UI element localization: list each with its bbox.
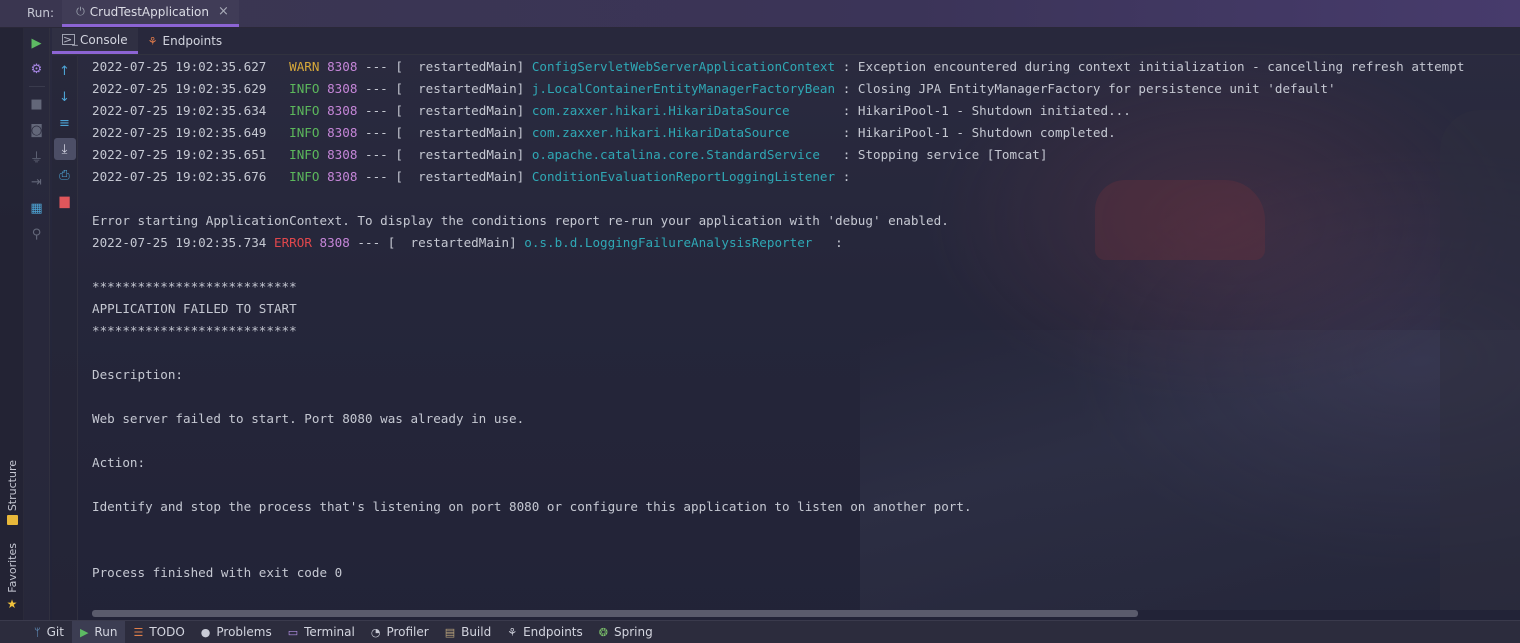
camera-icon[interactable]: ◙ bbox=[26, 119, 48, 141]
tool-spring[interactable]: ❂ Spring bbox=[591, 621, 661, 643]
side-tab-favorites[interactable]: ★ Favorites bbox=[0, 543, 24, 611]
tool-problems-label: Problems bbox=[216, 625, 272, 639]
side-tab-structure[interactable]: Structure bbox=[0, 460, 24, 526]
endpoints-icon: ⚘ bbox=[507, 625, 518, 639]
tool-profiler-label: Profiler bbox=[386, 625, 429, 639]
log-line: 2022-07-25 19:02:35.627 WARN 8308 --- [ … bbox=[92, 59, 1465, 74]
soft-wrap-icon[interactable]: ≡ bbox=[54, 112, 76, 134]
console-output[interactable]: 2022-07-25 19:02:35.627 WARN 8308 --- [ … bbox=[80, 56, 1520, 608]
profiler-icon: ◔ bbox=[370, 625, 381, 639]
tool-terminal-label: Terminal bbox=[304, 625, 355, 639]
banner-stars-bottom: *************************** bbox=[92, 323, 297, 338]
action-label: Action: bbox=[92, 455, 146, 470]
tool-run-label: Run bbox=[94, 625, 118, 639]
left-tool-stripe: Structure ★ Favorites bbox=[0, 28, 24, 620]
action-text: Identify and stop the process that's lis… bbox=[92, 499, 972, 514]
scroll-up-icon[interactable]: ↑ bbox=[54, 60, 76, 82]
tool-build[interactable]: ▤ Build bbox=[437, 621, 500, 643]
star-icon: ★ bbox=[6, 596, 18, 611]
tool-build-label: Build bbox=[461, 625, 492, 639]
description-label: Description: bbox=[92, 367, 183, 382]
todo-icon: ☰ bbox=[133, 625, 144, 639]
log-line: 2022-07-25 19:02:35.629 INFO 8308 --- [ … bbox=[92, 81, 1336, 96]
layout-icon[interactable]: ▦ bbox=[26, 197, 48, 219]
log-line: 2022-07-25 19:02:35.649 INFO 8308 --- [ … bbox=[92, 125, 1116, 140]
problems-icon: ● bbox=[200, 625, 211, 639]
error-starting-message: Error starting ApplicationContext. To di… bbox=[92, 213, 949, 228]
structure-icon bbox=[6, 515, 18, 526]
run-config-tab[interactable]: ⏻ CrudTestApplication × bbox=[62, 0, 239, 27]
tab-console[interactable]: >_ Console bbox=[52, 28, 138, 54]
toolbar-separator bbox=[28, 86, 45, 87]
log-line: 2022-07-25 19:02:35.676 INFO 8308 --- [ … bbox=[92, 169, 851, 184]
side-tab-favorites-label: Favorites bbox=[5, 543, 19, 593]
power-icon: ⏻ bbox=[76, 4, 85, 18]
tool-run[interactable]: ▶ Run bbox=[71, 620, 126, 643]
run-icon: ▶ bbox=[79, 625, 89, 639]
horizontal-scrollbar[interactable] bbox=[92, 610, 1138, 617]
run-toolbar-primary: ▶ ⚙ ■ ◙ ⏚ ⇥ ▦ ⚲ bbox=[24, 28, 50, 620]
tool-endpoints-label: Endpoints bbox=[523, 625, 583, 639]
scroll-down-icon[interactable]: ↓ bbox=[54, 86, 76, 108]
run-tool-window-header: Run: ⏻ CrudTestApplication × bbox=[0, 0, 1520, 28]
banner-failed-title: APPLICATION FAILED TO START bbox=[92, 301, 297, 316]
plug-icon[interactable]: ⏚ bbox=[26, 145, 48, 167]
tool-git-label: Git bbox=[46, 625, 64, 639]
bottom-tool-window-bar: ᛘ Git ▶ Run ☰ TODO ● Problems ▭ Terminal ◔ Pro… bbox=[0, 620, 1520, 643]
spring-icon: ❂ bbox=[598, 625, 608, 639]
exit-code-message: Process finished with exit code 0 bbox=[92, 565, 343, 580]
tool-profiler[interactable]: ◔ Profiler bbox=[363, 621, 437, 643]
tool-todo[interactable]: ☰ TODO bbox=[125, 621, 192, 643]
settings-icon[interactable]: ⚙ bbox=[26, 58, 48, 80]
run-config-tab-title: CrudTestApplication bbox=[89, 4, 209, 19]
exit-icon[interactable]: ⇥ bbox=[26, 171, 48, 193]
tab-console-label: Console bbox=[80, 32, 128, 47]
tool-problems[interactable]: ● Problems bbox=[193, 621, 280, 643]
tool-terminal[interactable]: ▭ Terminal bbox=[280, 621, 363, 643]
console-tab-bar: >_ Console ⚘ Endpoints bbox=[52, 28, 1520, 55]
banner-stars-top: *************************** bbox=[92, 279, 297, 294]
tab-endpoints[interactable]: ⚘ Endpoints bbox=[138, 28, 233, 54]
run-label: Run: bbox=[27, 6, 55, 20]
run-toolbar-secondary: ↑ ↓ ≡ ⤓ ⎙ ▆ bbox=[52, 56, 78, 620]
tool-endpoints[interactable]: ⚘ Endpoints bbox=[499, 621, 591, 643]
print-icon[interactable]: ⎙ bbox=[54, 164, 76, 186]
endpoints-icon: ⚘ bbox=[147, 34, 158, 48]
tool-spring-label: Spring bbox=[613, 625, 653, 639]
log-line: 2022-07-25 19:02:35.634 INFO 8308 --- [ … bbox=[92, 103, 1131, 118]
description-text: Web server failed to start. Port 8080 wa… bbox=[92, 411, 525, 426]
tab-endpoints-label: Endpoints bbox=[162, 34, 223, 48]
rerun-icon[interactable]: ▶ bbox=[26, 32, 48, 54]
tool-todo-label: TODO bbox=[149, 625, 185, 639]
log-line: 2022-07-25 19:02:35.651 INFO 8308 --- [ … bbox=[92, 147, 1048, 162]
scroll-to-end-icon[interactable]: ⤓ bbox=[53, 138, 76, 160]
tool-git[interactable]: ᛘ Git bbox=[26, 621, 72, 643]
pin-icon[interactable]: ⚲ bbox=[26, 223, 48, 245]
side-tab-structure-label: Structure bbox=[5, 460, 19, 512]
stop-icon[interactable]: ■ bbox=[26, 93, 48, 115]
build-icon: ▤ bbox=[444, 625, 456, 639]
close-icon[interactable]: × bbox=[218, 4, 229, 19]
console-icon: >_ bbox=[62, 33, 78, 46]
log-line-error: 2022-07-25 19:02:35.734 ERROR 8308 --- [… bbox=[92, 235, 843, 250]
terminal-icon: ▭ bbox=[287, 625, 299, 639]
trash-icon[interactable]: ▆ bbox=[54, 190, 76, 212]
git-branch-icon: ᛘ bbox=[34, 625, 41, 639]
